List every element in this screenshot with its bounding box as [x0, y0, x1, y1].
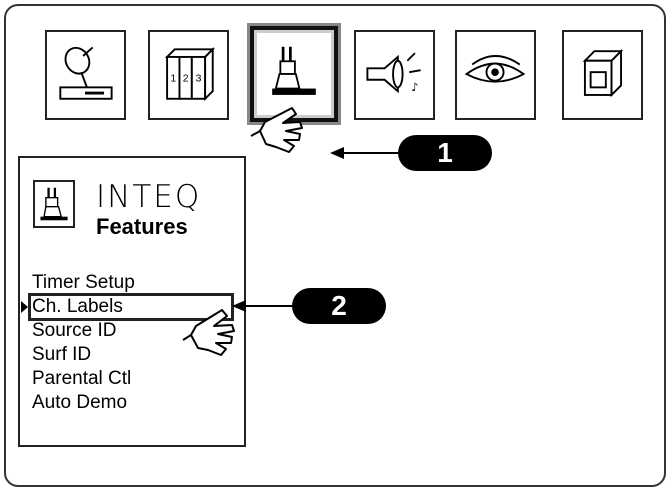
callout-arrow-1: [330, 147, 398, 159]
pointing-hand-icon: [250, 107, 303, 153]
callout-arrow-2: [232, 300, 292, 312]
callout-overlay: [182, 107, 398, 356]
pointing-hand-icon: [182, 309, 235, 356]
callout-badge-1: 1: [398, 135, 492, 171]
callout-badge-2: 2: [292, 288, 386, 324]
